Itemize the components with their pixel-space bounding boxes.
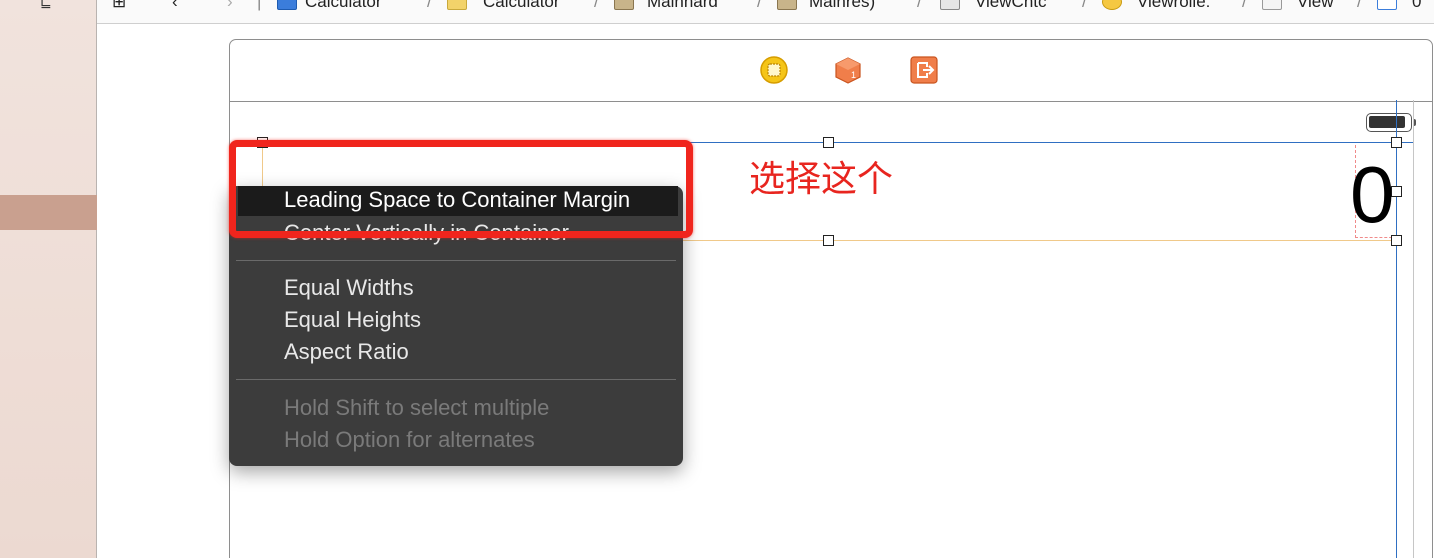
navigator-selected-row[interactable] bbox=[0, 195, 97, 230]
resize-handle[interactable] bbox=[1391, 235, 1402, 246]
resize-handle[interactable] bbox=[1391, 137, 1402, 148]
separator: / bbox=[1082, 0, 1087, 11]
jumpbar-item[interactable]: Viewrolle: bbox=[1137, 0, 1210, 12]
menu-item-aspect-ratio[interactable]: Aspect Ratio bbox=[284, 339, 409, 365]
separator: / bbox=[917, 0, 922, 11]
storyboard-icon bbox=[614, 0, 634, 10]
separator: / bbox=[594, 0, 599, 11]
exit-icon[interactable] bbox=[910, 56, 938, 84]
view-icon bbox=[1262, 0, 1282, 10]
scene-icon bbox=[940, 0, 960, 10]
jumpbar-item[interactable]: Mainhard bbox=[647, 0, 718, 12]
forward-arrow-icon[interactable]: › bbox=[227, 0, 233, 12]
resize-handle[interactable] bbox=[823, 137, 834, 148]
jumpbar-item[interactable]: Calculator bbox=[483, 0, 560, 12]
resize-handle[interactable] bbox=[1391, 186, 1402, 197]
menu-item-equal-widths[interactable]: Equal Widths bbox=[284, 275, 414, 301]
resize-handle[interactable] bbox=[823, 235, 834, 246]
separator: / bbox=[757, 0, 762, 11]
first-responder-icon[interactable]: 1 bbox=[834, 56, 862, 84]
annotation-text: 选择这个 bbox=[749, 159, 894, 200]
navigator-icon[interactable]: ⊑ bbox=[40, 0, 52, 11]
separator: / bbox=[427, 0, 432, 11]
grid-icon[interactable]: ⊞ bbox=[112, 0, 126, 12]
menu-item-equal-heights[interactable]: Equal Heights bbox=[284, 307, 421, 333]
viewcontroller-icon bbox=[1102, 0, 1122, 10]
label-frame-bottom bbox=[683, 240, 1398, 241]
folder-icon bbox=[447, 0, 467, 10]
jump-bar: ⊞ ‹ › | Calculator / Calculator / Mainha… bbox=[97, 0, 1434, 24]
jumpbar-item[interactable]: Mainres) bbox=[809, 0, 875, 12]
xcode-window: ⊑ ⊞ ‹ › | Calculator / Calculator / Main… bbox=[0, 0, 1434, 558]
annotation-highlight-box bbox=[229, 140, 693, 238]
menu-separator bbox=[236, 260, 676, 261]
battery-icon bbox=[1366, 113, 1416, 132]
menu-hint-option: Hold Option for alternates bbox=[284, 427, 535, 452]
jumpbar-item[interactable]: Calculator bbox=[305, 0, 382, 12]
jumpbar-item[interactable]: View bbox=[1297, 0, 1334, 12]
view-controller-icon[interactable] bbox=[760, 56, 788, 84]
label-icon bbox=[1377, 0, 1397, 10]
separator: | bbox=[257, 0, 262, 11]
display-label[interactable]: 0 bbox=[1350, 150, 1394, 240]
svg-text:1: 1 bbox=[851, 70, 856, 80]
menu-separator bbox=[236, 379, 676, 380]
view-edge bbox=[1413, 100, 1414, 558]
storyboard-icon bbox=[777, 0, 797, 10]
navigator-panel: ⊑ bbox=[0, 0, 97, 558]
layout-guide-top bbox=[683, 142, 1413, 143]
separator: / bbox=[1242, 0, 1247, 11]
separator: / bbox=[1357, 0, 1362, 11]
project-icon bbox=[277, 0, 297, 10]
scene-dock: 1 bbox=[230, 40, 1432, 102]
jumpbar-item[interactable]: ViewCntc bbox=[975, 0, 1047, 12]
menu-hint-shift: Hold Shift to select multiple bbox=[284, 395, 550, 420]
jumpbar-item[interactable]: 0 bbox=[1412, 0, 1421, 12]
back-arrow-icon[interactable]: ‹ bbox=[172, 0, 178, 12]
